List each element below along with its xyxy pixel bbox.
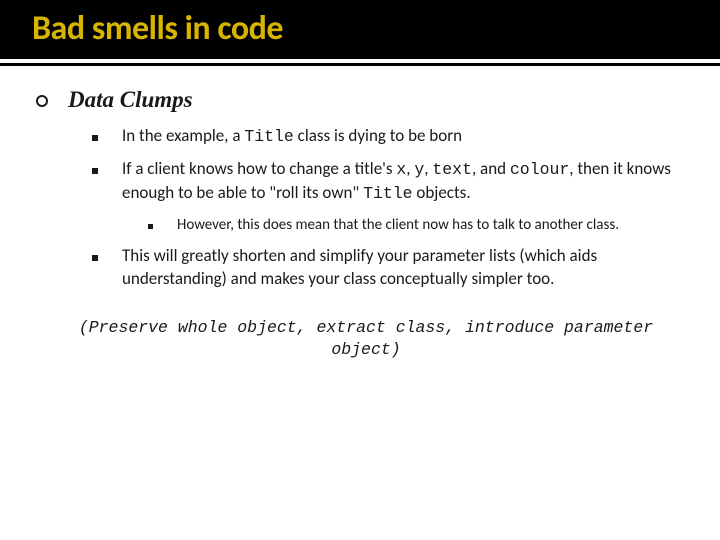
- code-fragment: y: [414, 160, 424, 179]
- slide-content: Data Clumps In the example, a Title clas…: [0, 66, 720, 361]
- section-heading: Data Clumps: [68, 84, 193, 115]
- square-bullet-icon: [148, 224, 153, 229]
- code-fragment: x: [396, 160, 406, 179]
- code-fragment: text: [432, 160, 472, 179]
- bullet-text: In the example, a Title class is dying t…: [122, 125, 462, 148]
- text-fragment: In the example, a: [122, 125, 244, 146]
- square-bullet-icon: [92, 168, 98, 174]
- bullet-text: This will greatly shorten and simplify y…: [122, 245, 696, 291]
- section-heading-row: Data Clumps: [36, 84, 696, 115]
- circle-bullet-icon: [36, 95, 48, 107]
- code-fragment: Title: [363, 184, 412, 203]
- footer-note: (Preserve whole object, extract class, i…: [36, 317, 696, 362]
- square-bullet-icon: [92, 255, 98, 261]
- bullet-item: This will greatly shorten and simplify y…: [36, 245, 696, 291]
- slide: Bad smells in code Data Clumps In the ex…: [0, 0, 720, 540]
- sub-bullet-item: However, this does mean that the client …: [36, 215, 696, 235]
- code-fragment: colour: [510, 160, 569, 179]
- text-fragment: If a client knows how to change a title'…: [122, 158, 396, 179]
- bullet-item: If a client knows how to change a title'…: [36, 158, 696, 205]
- sub-bullet-text: However, this does mean that the client …: [177, 215, 619, 235]
- text-fragment: class is dying to be born: [294, 125, 462, 146]
- bullet-text: If a client knows how to change a title'…: [122, 158, 696, 205]
- title-band: Bad smells in code: [0, 0, 720, 59]
- code-fragment: Title: [244, 127, 293, 146]
- text-fragment: objects.: [413, 182, 471, 203]
- square-bullet-icon: [92, 135, 98, 141]
- text-fragment: , and: [472, 158, 510, 179]
- bullet-item: In the example, a Title class is dying t…: [36, 125, 696, 148]
- slide-title: Bad smells in code: [0, 8, 720, 49]
